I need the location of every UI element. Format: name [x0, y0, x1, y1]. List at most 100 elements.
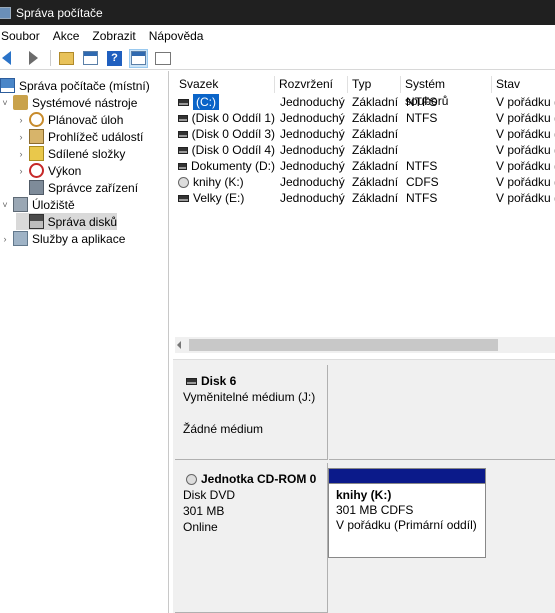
- column-header-volume[interactable]: Svazek: [175, 76, 275, 93]
- volume-status: V pořádku (: [496, 111, 555, 125]
- volume-status: V pořádku (: [496, 175, 555, 189]
- volume-type: Základní: [352, 159, 399, 173]
- volume-filesystem: NTFS: [406, 111, 438, 125]
- expand-chevron-icon[interactable]: ›: [0, 234, 10, 244]
- volume-name: (Disk 0 Oddíl 1): [191, 111, 275, 125]
- volume-layout: Jednoduchý: [280, 191, 345, 205]
- volume-layout: Jednoduchý: [280, 111, 345, 125]
- volume-type: Základní: [352, 175, 399, 189]
- menu-zobrazit[interactable]: Zobrazit: [90, 29, 142, 43]
- tree-item-event-viewer[interactable]: › Prohlížeč událostí: [16, 128, 143, 145]
- menu-napoveda[interactable]: Nápověda: [147, 29, 211, 43]
- volume-type: Základní: [352, 127, 399, 141]
- scroll-left-arrow-icon[interactable]: [177, 341, 181, 349]
- expand-chevron-icon[interactable]: ˅: [0, 200, 10, 210]
- tree-item-system-tools[interactable]: ˅ Systémové nástroje: [0, 94, 137, 111]
- volume-type: Základní: [352, 95, 399, 109]
- device-manager-icon: [29, 180, 44, 195]
- volume-layout: Jednoduchý: [280, 95, 345, 109]
- tree-item-task-scheduler[interactable]: › Plánovač úloh: [16, 111, 123, 128]
- column-header-type[interactable]: Typ: [348, 76, 401, 93]
- disk-title: Jednotka CD-ROM 0: [201, 472, 317, 486]
- volume-row[interactable]: (C:) Jednoduchý Základní NTFS V pořádku …: [173, 94, 555, 110]
- action-pane-icon: [131, 51, 146, 65]
- volume-layout: Jednoduchý: [280, 143, 345, 157]
- disk-media-status: Žádné médium: [183, 422, 264, 436]
- volume-name: (C:): [193, 94, 219, 110]
- disk-management-icon: [28, 214, 44, 229]
- column-header-filesystem[interactable]: Systém souborů: [401, 76, 492, 108]
- horizontal-scrollbar[interactable]: [175, 337, 555, 353]
- tree-item-device-manager[interactable]: Správce zařízení: [16, 179, 138, 196]
- column-headers: Svazek Rozvržení Typ Systém souborů Stav: [173, 76, 555, 108]
- tree-item-computer-management[interactable]: Správa počítače (místní): [0, 77, 150, 94]
- cd-drive-icon: [178, 176, 189, 188]
- cdrom-0-label[interactable]: Jednotka CD-ROM 0 Disk DVD 301 MB Online: [175, 463, 328, 613]
- disk-icon: [178, 146, 188, 154]
- tree-item-label: Správa disků: [47, 214, 117, 229]
- help-button[interactable]: ?: [105, 49, 124, 68]
- partition-size: 301 MB CDFS: [336, 503, 414, 517]
- volume-row[interactable]: (Disk 0 Oddíl 1) Jednoduchý Základní NTF…: [173, 110, 555, 126]
- event-viewer-icon: [29, 129, 44, 144]
- show-action-pane-button[interactable]: [129, 48, 148, 68]
- disk-type: Disk DVD: [183, 488, 236, 502]
- performance-icon: [29, 163, 44, 178]
- volume-name: knihy (K:): [193, 175, 244, 189]
- volume-layout: Jednoduchý: [280, 175, 345, 189]
- volume-row[interactable]: (Disk 0 Oddíl 4) Jednoduchý Základní V p…: [173, 142, 555, 158]
- tree-item-disk-management[interactable]: Správa disků: [16, 213, 117, 230]
- properties-icon: [154, 51, 171, 65]
- tree-item-label: Služby a aplikace: [32, 231, 126, 246]
- tree-item-performance[interactable]: › Výkon: [16, 162, 81, 179]
- disk-icon: [178, 130, 188, 138]
- expand-chevron-icon[interactable]: ›: [16, 149, 26, 159]
- computer-management-icon: [0, 6, 11, 19]
- volume-status: V pořádku (: [496, 143, 555, 157]
- volume-name: Dokumenty (D:): [190, 159, 275, 173]
- tree-item-services-apps[interactable]: › Služby a aplikace: [0, 230, 125, 247]
- column-header-layout[interactable]: Rozvržení: [275, 76, 348, 93]
- volume-filesystem: NTFS: [406, 159, 438, 173]
- back-arrow-icon: [2, 51, 11, 65]
- volume-filesystem: CDFS: [406, 175, 439, 189]
- expand-chevron-icon[interactable]: ˅: [0, 98, 10, 108]
- toolbar-separator: [50, 50, 51, 66]
- menu-akce[interactable]: Akce: [51, 29, 87, 43]
- partition-knihy[interactable]: knihy (K:) 301 MB CDFS V pořádku (Primár…: [328, 468, 486, 558]
- volume-row[interactable]: (Disk 0 Oddíl 3) Jednoduchý Základní V p…: [173, 126, 555, 142]
- volume-status: V pořádku (: [496, 95, 555, 109]
- tree-item-label: Prohlížeč událostí: [48, 129, 144, 144]
- back-button[interactable]: [0, 49, 19, 68]
- properties-button[interactable]: [153, 49, 172, 68]
- disk-6-label[interactable]: Disk 6 Vyměnitelné médium (J:) Žádné méd…: [175, 365, 328, 460]
- storage-icon: [13, 197, 28, 212]
- menu-soubor[interactable]: Soubor: [0, 29, 47, 43]
- toolbar: ?: [0, 47, 555, 70]
- up-folder-button[interactable]: [57, 49, 76, 68]
- tree-item-label: Systémové nástroje: [32, 95, 138, 110]
- tree-item-label: Výkon: [48, 163, 82, 178]
- volume-row[interactable]: Velky (E:) Jednoduchý Základní NTFS V po…: [173, 190, 555, 206]
- tree-item-storage[interactable]: ˅ Úložiště: [0, 196, 75, 213]
- volume-filesystem: NTFS: [406, 95, 438, 109]
- volume-name: (Disk 0 Oddíl 4): [191, 143, 275, 157]
- expand-chevron-icon[interactable]: ›: [16, 166, 26, 176]
- folder-up-icon: [59, 51, 74, 65]
- window-title: Správa počítače: [16, 5, 103, 20]
- tree-item-shared-folders[interactable]: › Sdílené složky: [16, 145, 125, 162]
- disk-graphical-view: Disk 6 Vyměnitelné médium (J:) Žádné méd…: [173, 365, 555, 613]
- console-tree-icon: [83, 51, 98, 65]
- menu-bar: Soubor Akce Zobrazit Nápověda: [0, 25, 555, 47]
- tree-item-label: Sdílené složky: [48, 146, 126, 161]
- volume-type: Základní: [352, 111, 399, 125]
- scrollbar-thumb[interactable]: [189, 339, 498, 351]
- volume-row[interactable]: knihy (K:) Jednoduchý Základní CDFS V po…: [173, 174, 555, 190]
- expand-chevron-icon[interactable]: ›: [16, 115, 26, 125]
- expand-chevron-icon[interactable]: ›: [16, 132, 26, 142]
- show-hide-tree-button[interactable]: [81, 49, 100, 68]
- volume-row[interactable]: Dokumenty (D:) Jednoduchý Základní NTFS …: [173, 158, 555, 174]
- forward-button[interactable]: [24, 49, 43, 68]
- column-header-status[interactable]: Stav: [492, 76, 555, 93]
- disk-type: Vyměnitelné médium (J:): [183, 390, 316, 404]
